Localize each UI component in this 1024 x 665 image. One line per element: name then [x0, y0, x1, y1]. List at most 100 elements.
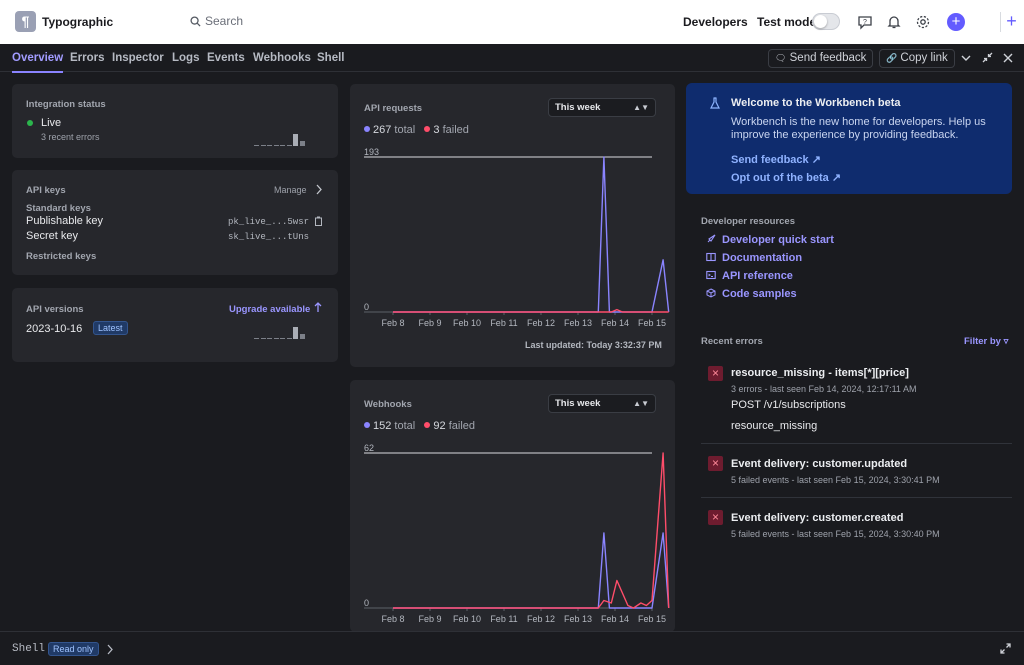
error-code: resource_missing	[731, 420, 818, 432]
help-icon[interactable]: ?	[857, 14, 873, 30]
webhooks-total-count: 152	[373, 420, 392, 432]
tab-webhooks[interactable]: Webhooks	[253, 52, 311, 64]
chevron-right-icon[interactable]	[315, 184, 323, 195]
total-legend-dot	[364, 126, 370, 132]
restricted-keys-heading[interactable]: Restricted keys	[26, 251, 96, 262]
x-tick-label: Feb 15	[638, 318, 666, 328]
resource-code-samples[interactable]: Code samples	[706, 288, 797, 300]
filter-by-button[interactable]: Filter by ▿	[964, 336, 1008, 347]
latest-badge: Latest	[93, 321, 128, 335]
gear-icon[interactable]	[915, 14, 931, 30]
tab-shell[interactable]: Shell	[317, 52, 344, 64]
beta-description: Workbench is the new home for developers…	[731, 116, 986, 141]
secret-key-value[interactable]: sk_live_...tUns	[228, 232, 309, 242]
close-icon[interactable]	[1003, 53, 1013, 63]
x-tick-label: Feb 8	[381, 614, 404, 624]
opt-out-beta-label: Opt out of the beta	[731, 172, 829, 184]
beta-title: Welcome to the Workbench beta	[731, 97, 901, 109]
tab-errors[interactable]: Errors	[70, 52, 105, 64]
external-link-icon: ↗	[811, 154, 821, 166]
book-icon	[706, 252, 716, 262]
arrow-up-icon[interactable]	[314, 302, 322, 313]
rocket-icon	[707, 234, 716, 243]
resource-documentation[interactable]: Documentation	[706, 252, 803, 264]
beta-send-feedback-link[interactable]: Send feedback ↗	[731, 153, 821, 166]
search-input[interactable]: Search	[190, 14, 243, 28]
collapse-icon[interactable]	[982, 52, 993, 63]
cube-icon	[706, 288, 716, 298]
link-icon: 🔗	[886, 53, 898, 63]
copy-icon[interactable]	[314, 216, 323, 226]
divider	[701, 497, 1012, 498]
x-tick-label: Feb 12	[527, 614, 555, 624]
error-title[interactable]: Event delivery: customer.updated	[731, 458, 907, 470]
error-request-path: POST /v1/subscriptions	[731, 399, 846, 411]
recent-errors-count: 3 recent errors	[41, 132, 100, 142]
tab-overview[interactable]: Overview	[12, 52, 64, 73]
create-button[interactable]: +	[947, 13, 965, 31]
publishable-key-label: Publishable key	[26, 215, 104, 227]
send-feedback-button[interactable]: 🗨 Send feedback	[768, 49, 874, 68]
resource-quick-start-label: Developer quick start	[722, 234, 834, 246]
total-legend-dot	[364, 422, 370, 428]
series-line-failed	[393, 452, 670, 609]
live-status-dot	[27, 120, 33, 126]
opt-out-beta-link[interactable]: Opt out of the beta ↗	[731, 171, 841, 184]
shell-bar[interactable]: Shell Read only	[0, 631, 1024, 665]
read-only-badge: Read only	[48, 642, 99, 656]
test-mode-toggle[interactable]	[812, 13, 840, 30]
developers-link[interactable]: Developers	[683, 15, 748, 29]
api-requests-title: API requests	[364, 103, 423, 114]
search-placeholder: Search	[205, 14, 244, 28]
upgrade-available-link[interactable]: Upgrade available	[229, 304, 310, 315]
workbench-beta-banner: Welcome to the Workbench beta Workbench …	[686, 83, 1012, 194]
api-keys-title: API keys	[26, 185, 66, 196]
resource-documentation-label: Documentation	[722, 252, 803, 264]
app-logo[interactable]: ¶	[15, 11, 36, 32]
test-mode-label: Test mode	[757, 15, 817, 29]
error-meta: 5 failed events - last seen Feb 15, 2024…	[731, 475, 940, 485]
error-title[interactable]: resource_missing - items[*][price]	[731, 367, 909, 379]
tab-inspector[interactable]: Inspector	[112, 52, 164, 64]
x-tick-label: Feb 10	[453, 614, 481, 624]
toggle-knob	[814, 15, 827, 28]
account-name[interactable]: Typographic	[42, 15, 113, 29]
series-line-total	[393, 532, 670, 609]
chevron-right-icon[interactable]	[106, 644, 114, 655]
feedback-icon: 🗨	[775, 53, 787, 63]
failed-legend-dot	[424, 422, 431, 428]
publishable-key-value[interactable]: pk_live_...5wsr	[228, 217, 309, 227]
tab-events[interactable]: Events	[207, 52, 245, 64]
webhooks-failed-label: failed	[448, 420, 475, 432]
series-line-failed	[393, 308, 669, 313]
plus-icon[interactable]: +	[1000, 12, 1020, 32]
error-title[interactable]: Event delivery: customer.created	[731, 512, 903, 524]
svg-text:?: ?	[863, 19, 867, 26]
api-versions-card: API versions Upgrade available 2023-10-1…	[12, 288, 338, 362]
api-keys-card: API keys Manage Standard keys Publishabl…	[12, 170, 338, 275]
api-requests-legend: 267 total 3 failed	[364, 124, 469, 136]
webhooks-range-select[interactable]: This week ▲▼	[548, 394, 656, 413]
resource-quick-start[interactable]: Developer quick start	[707, 234, 834, 246]
error-x-icon: ×	[708, 366, 723, 381]
resource-api-reference[interactable]: API reference	[706, 270, 793, 282]
api-failed-label: failed	[442, 124, 469, 136]
copy-link-button[interactable]: 🔗 Copy link	[879, 49, 955, 68]
bell-icon[interactable]	[886, 14, 902, 30]
y-tick-label: 0	[364, 598, 369, 608]
expand-icon[interactable]	[1000, 643, 1011, 654]
manage-keys-link[interactable]: Manage	[274, 185, 307, 195]
webhooks-failed-count: 92	[433, 420, 446, 432]
api-requests-range-select[interactable]: This week ▲▼	[548, 98, 656, 117]
select-arrows-icon: ▲▼	[633, 103, 649, 112]
series-line-total	[393, 156, 670, 313]
chevron-down-icon[interactable]	[961, 53, 971, 63]
x-tick-label: Feb 12	[527, 318, 555, 328]
integration-sparkline	[254, 128, 306, 146]
error-meta: 5 failed events - last seen Feb 15, 2024…	[731, 529, 940, 539]
divider	[701, 443, 1012, 444]
tab-logs[interactable]: Logs	[172, 52, 199, 64]
copy-link-label: Copy link	[900, 52, 948, 64]
failed-legend-dot	[424, 126, 431, 132]
integration-status-card: Integration status Live 3 recent errors	[12, 84, 338, 158]
